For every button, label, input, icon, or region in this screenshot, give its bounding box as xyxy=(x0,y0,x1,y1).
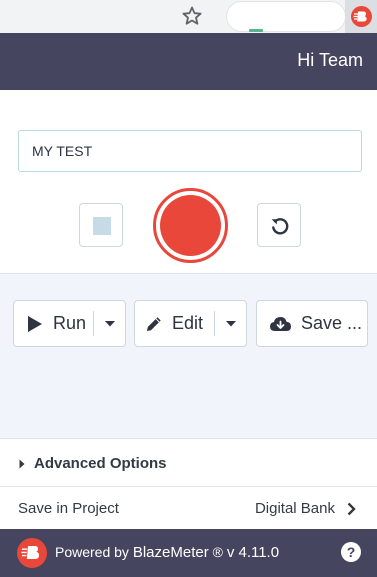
reset-button[interactable] xyxy=(257,203,301,247)
omnibox-field[interactable] xyxy=(226,1,346,32)
run-split-button: Run xyxy=(13,300,126,347)
project-name: Digital Bank xyxy=(254,500,335,517)
stop-button[interactable] xyxy=(79,203,123,247)
pencil-icon xyxy=(147,316,161,331)
play-icon xyxy=(28,315,42,332)
save-label: Save ... xyxy=(301,313,363,333)
actions-panel xyxy=(0,273,377,439)
version-text: v 4.11.0 xyxy=(226,544,280,561)
edit-label: Edit xyxy=(172,313,204,333)
cloud-download-icon xyxy=(270,316,291,331)
registered-mark: ® xyxy=(212,544,223,560)
app-footer: Powered by BlazeMeter ® v 4.11.0 ? xyxy=(0,529,377,577)
advanced-options-label: Advanced Options xyxy=(34,455,167,472)
reset-arrow-icon xyxy=(271,218,289,235)
edit-dropdown-button[interactable] xyxy=(215,301,247,346)
chevron-right-icon xyxy=(347,502,356,516)
browser-toolbar xyxy=(0,0,377,33)
bookmark-star-icon[interactable] xyxy=(180,4,204,28)
advanced-options-toggle[interactable]: Advanced Options xyxy=(0,440,377,487)
record-button[interactable] xyxy=(153,188,228,263)
caret-right-icon xyxy=(19,459,25,469)
stop-square-icon xyxy=(93,217,111,235)
edit-split-button: Edit xyxy=(134,300,247,347)
help-button[interactable]: ? xyxy=(341,542,361,562)
record-circle-icon xyxy=(160,195,221,256)
test-name-input[interactable] xyxy=(18,130,362,172)
save-in-project-row[interactable]: Save in Project Digital Bank xyxy=(0,488,377,529)
blazemeter-extension-icon[interactable] xyxy=(351,6,372,27)
app-header: Hi Team xyxy=(0,33,377,90)
save-button[interactable]: Save ... xyxy=(256,300,368,347)
run-dropdown-button[interactable] xyxy=(94,301,126,346)
run-label: Run xyxy=(53,313,87,333)
save-in-project-label: Save in Project xyxy=(18,500,119,517)
powered-by-text: Powered by BlazeMeter ® v 4.11.0 xyxy=(55,544,279,561)
caret-down-icon xyxy=(226,321,236,327)
powered-by-label: Powered by xyxy=(55,544,129,560)
brand-name: BlazeMeter xyxy=(132,544,209,561)
user-greeting: Hi Team xyxy=(297,50,363,70)
edit-button[interactable]: Edit xyxy=(135,301,203,346)
caret-down-icon xyxy=(105,321,115,327)
save-button-content: Save ... xyxy=(257,301,362,346)
blazemeter-logo-icon xyxy=(17,538,47,568)
omnibox-indicator xyxy=(249,29,263,32)
run-button[interactable]: Run xyxy=(14,301,86,346)
